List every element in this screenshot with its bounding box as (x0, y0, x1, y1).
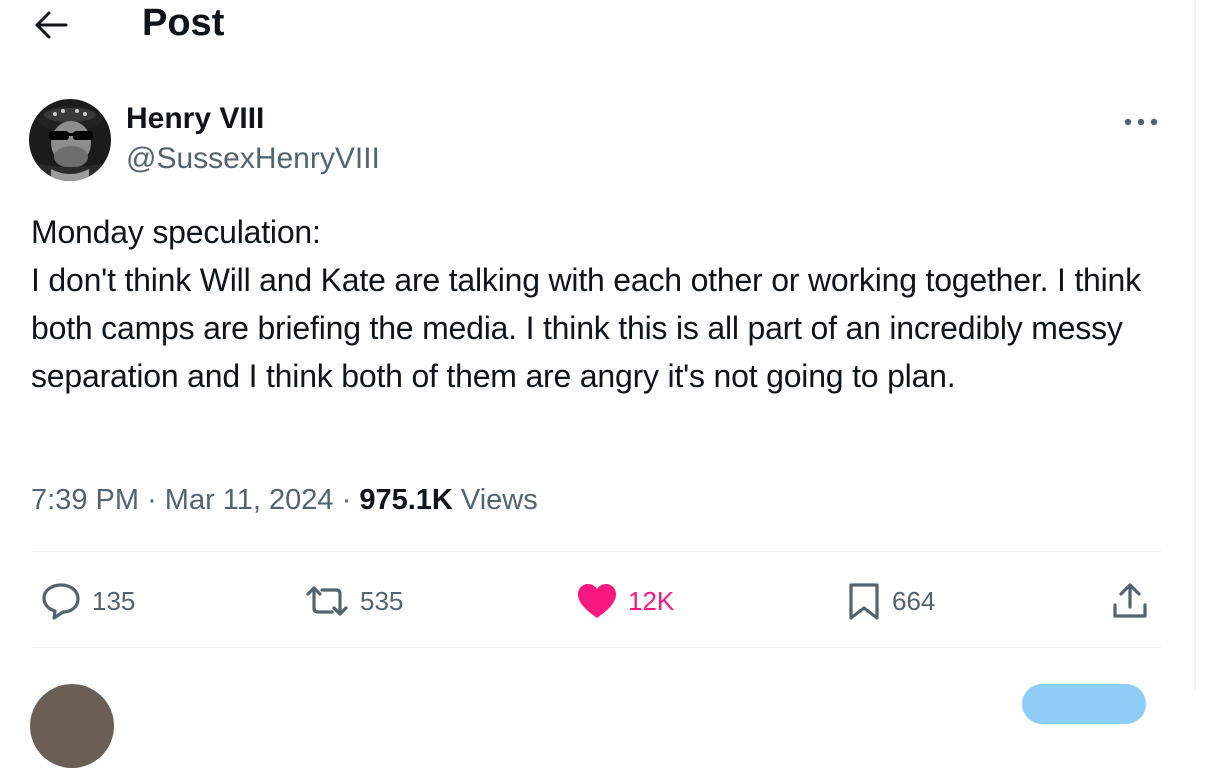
bookmark-count: 664 (892, 585, 936, 616)
more-options-button[interactable] (1118, 104, 1164, 140)
reply-button[interactable]: 135 (40, 578, 135, 624)
ellipsis-icon (1124, 118, 1158, 126)
meta-separator: · (341, 484, 352, 516)
repost-count: 535 (360, 585, 404, 616)
henry-viii-portrait-image (29, 99, 111, 181)
column-border (1194, 0, 1196, 690)
tweet-time[interactable]: 7:39 PM (31, 484, 139, 516)
views-count: 975.1K (359, 484, 453, 516)
like-count: 12K (628, 585, 675, 616)
back-button[interactable] (28, 2, 74, 48)
bookmark-button[interactable]: 664 (846, 578, 935, 624)
arrow-left-icon (35, 11, 68, 39)
like-button[interactable]: 12K (576, 578, 674, 624)
views-label: Views (460, 484, 538, 516)
divider-bottom (31, 647, 1162, 648)
share-button[interactable] (1110, 578, 1150, 624)
share-icon (1113, 583, 1147, 618)
reply-count: 135 (92, 585, 136, 616)
tweet-meta: 7:39 PM · Mar 11, 2024 · 975.1K Views (31, 478, 538, 522)
tweet-date[interactable]: Mar 11, 2024 (165, 484, 334, 516)
tweet-text: Monday speculation: I don't think Will a… (31, 214, 1141, 394)
reply-avatar[interactable] (30, 684, 114, 768)
repost-icon (306, 586, 348, 616)
reply-icon (42, 583, 80, 620)
page-title: Post (142, 2, 225, 44)
author-handle[interactable]: @SussexHenryVIII (126, 140, 380, 178)
repost-button[interactable]: 535 (304, 578, 403, 624)
author-name[interactable]: Henry VIII (126, 100, 264, 138)
bookmark-icon (849, 583, 879, 620)
heart-icon (578, 584, 616, 618)
avatar[interactable] (29, 99, 111, 181)
meta-separator: · (147, 484, 157, 516)
reply-submit-button[interactable] (1022, 684, 1146, 724)
divider-top (31, 551, 1162, 552)
